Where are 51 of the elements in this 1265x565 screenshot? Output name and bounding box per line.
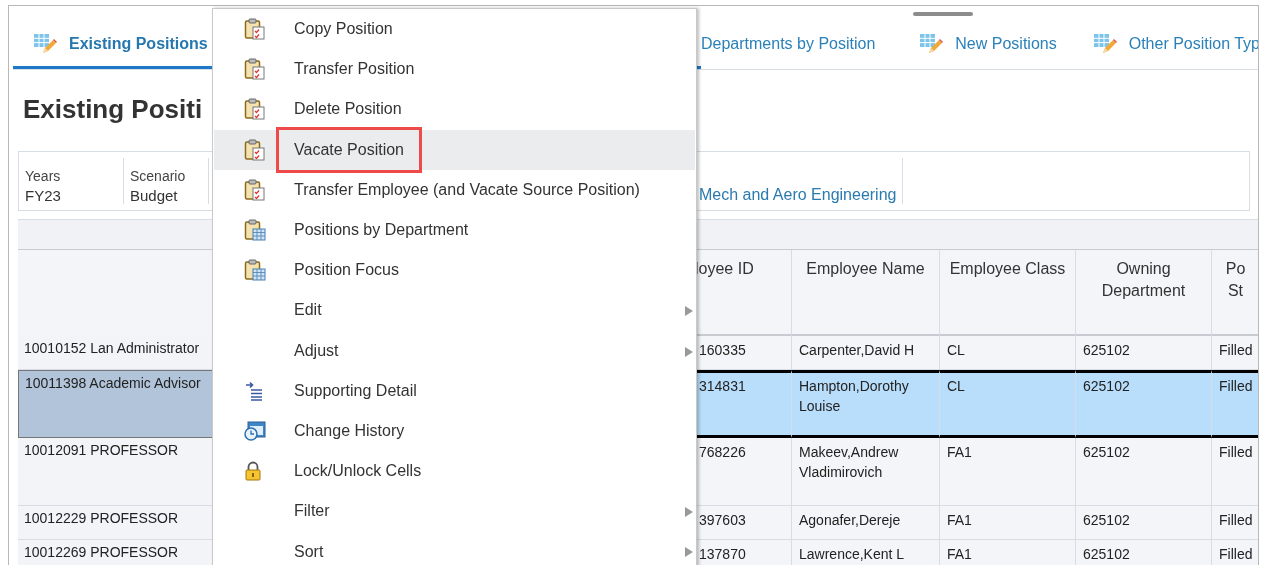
table-cell: 625102 [1075, 506, 1211, 540]
column-header[interactable]: Po St [1211, 250, 1258, 336]
table-cell: Filled [1211, 370, 1258, 438]
submenu-arrow-icon [685, 346, 693, 357]
tab[interactable]: New Positions [899, 21, 1073, 69]
clipboard-check-icon [244, 98, 266, 121]
row-header[interactable]: 10011398 Academic Advisor [18, 370, 213, 438]
menu-item[interactable]: Copy Position [214, 9, 695, 50]
pov-member[interactable]: Scenario Budget [124, 158, 209, 204]
table-cell: Filled [1211, 540, 1258, 565]
pov-member[interactable]: Years FY23 [19, 158, 124, 204]
column-header[interactable]: Employee Name [791, 250, 939, 336]
indent-list-icon [244, 380, 264, 401]
table-cell: CL [939, 370, 1075, 438]
table-cell: FA1 [939, 438, 1075, 506]
table-cell: Hampton,Dorothy Louise [791, 370, 939, 438]
table-cell: Filled [1211, 506, 1258, 540]
grid-pencil-icon [919, 32, 944, 55]
grid-pencil-icon [1092, 32, 1117, 55]
grid-pencil-icon [33, 32, 57, 55]
table-cell: Filled [1211, 438, 1258, 506]
menu-item[interactable]: Transfer Position [214, 49, 695, 90]
table-cell: Agonafer,Dereje [791, 506, 939, 540]
drag-handle[interactable] [913, 12, 973, 16]
menu-item[interactable]: Transfer Employee (and Vacate Source Position) [214, 169, 695, 210]
pov-member[interactable]: Mech and Aero Engineering [699, 158, 904, 204]
table-cell: Lawrence,Kent L [791, 540, 939, 565]
table-cell: 625102 [1075, 370, 1211, 438]
clipboard-check-icon [244, 138, 266, 161]
calendar-clock-icon [244, 420, 266, 441]
page-title: Existing Positi [23, 93, 203, 126]
table-cell: FA1 [939, 506, 1075, 540]
clipboard-check-icon [244, 18, 266, 41]
menu-item[interactable]: Positions by Department [214, 209, 695, 251]
clipboard-check-icon [244, 58, 266, 81]
menu-item[interactable]: Delete Position [214, 89, 695, 130]
submenu-arrow-icon [685, 547, 693, 558]
table-cell: FA1 [939, 540, 1075, 565]
column-header[interactable]: Owning Department [1075, 250, 1211, 336]
clipboard-grid-icon [244, 219, 266, 242]
clipboard-check-icon [244, 178, 266, 201]
column-header[interactable]: Employee Class [939, 250, 1075, 336]
table-cell: 625102 [1075, 540, 1211, 565]
submenu-arrow-icon [685, 306, 693, 317]
table-cell: Makeev,Andrew Vladimirovich [791, 438, 939, 506]
tab[interactable]: Departments by Position [701, 21, 892, 69]
submenu-arrow-icon [685, 507, 693, 518]
menu-item[interactable]: Vacate Position [214, 129, 695, 170]
table-cell: 625102 [1075, 438, 1211, 506]
padlock-icon [244, 461, 262, 482]
clipboard-grid-icon [244, 259, 266, 282]
